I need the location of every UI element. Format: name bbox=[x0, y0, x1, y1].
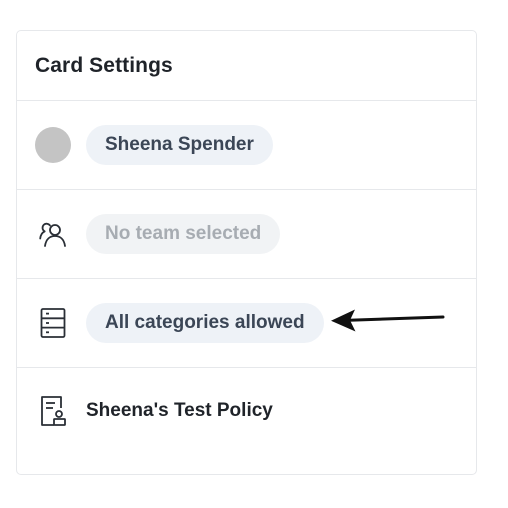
policy-row: Sheena's Test Policy bbox=[17, 368, 476, 454]
categories-row: All categories allowed bbox=[17, 279, 476, 368]
card-settings-panel: Card Settings Sheena Spender No team sel… bbox=[16, 30, 477, 475]
arrow-left-icon bbox=[329, 307, 445, 338]
categories-icon bbox=[35, 305, 71, 341]
cardholder-row: Sheena Spender bbox=[17, 101, 476, 190]
team-chip[interactable]: No team selected bbox=[86, 214, 281, 254]
card-settings-title: Card Settings bbox=[35, 53, 173, 77]
policy-name[interactable]: Sheena's Test Policy bbox=[86, 400, 273, 422]
avatar bbox=[35, 127, 71, 163]
categories-chip[interactable]: All categories allowed bbox=[86, 303, 324, 343]
policy-document-icon bbox=[35, 393, 71, 429]
team-row: No team selected bbox=[17, 190, 476, 279]
cardholder-chip[interactable]: Sheena Spender bbox=[86, 125, 273, 165]
team-icon bbox=[35, 216, 71, 252]
card-settings-header: Card Settings bbox=[17, 31, 476, 101]
